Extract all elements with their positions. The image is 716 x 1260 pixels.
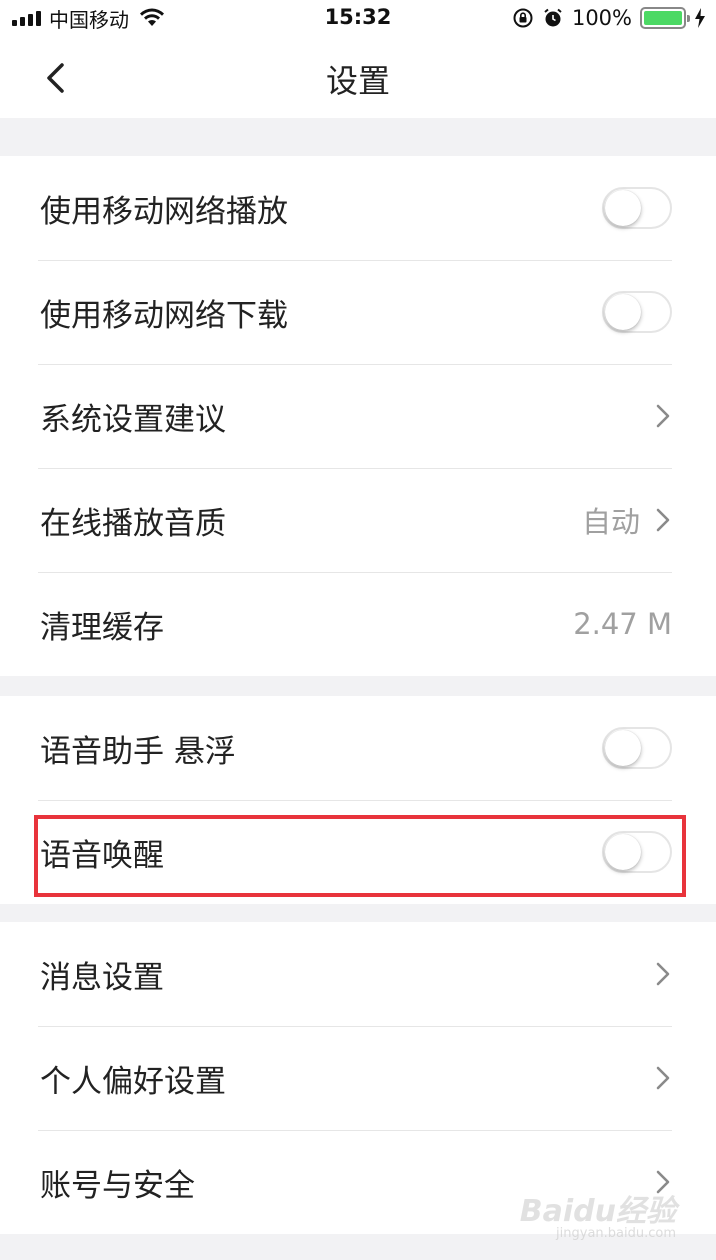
charging-icon xyxy=(695,8,705,28)
setting-row-messages[interactable]: 消息设置 xyxy=(0,922,716,1026)
setting-label: 语音助手 悬浮 xyxy=(40,733,236,770)
setting-label: 系统设置建议 xyxy=(40,401,226,438)
setting-label: 消息设置 xyxy=(40,959,164,996)
nav-bar: 设置 xyxy=(0,38,716,118)
cache-size-value: 2.47 M xyxy=(573,607,672,641)
status-bar: 中国移动 15:32 100% xyxy=(0,0,716,38)
settings-section-network: 使用移动网络播放 使用移动网络下载 系统设置建议 在线播放音质 自动 清理缓存 … xyxy=(0,156,716,676)
status-right: 100% xyxy=(512,6,706,30)
audio-quality-value: 自动 xyxy=(581,505,640,539)
battery-percent: 100% xyxy=(571,6,632,30)
chevron-right-icon xyxy=(656,508,670,532)
watermark-url: jingyan.baidu.com xyxy=(556,1226,676,1241)
highlight-box xyxy=(34,815,686,897)
setting-row-audio-quality[interactable]: 在线播放音质 自动 xyxy=(0,468,716,572)
orientation-lock-icon xyxy=(513,8,533,28)
watermark-text: Baidu经验 xyxy=(519,1194,676,1229)
mobile-download-toggle[interactable] xyxy=(602,291,672,333)
alarm-icon xyxy=(544,8,562,27)
setting-row-system-suggestion[interactable]: 系统设置建议 xyxy=(0,364,716,468)
page-title: 设置 xyxy=(325,62,390,100)
setting-label: 使用移动网络下载 xyxy=(40,297,288,334)
setting-row-mobile-download[interactable]: 使用移动网络下载 xyxy=(0,260,716,364)
chevron-right-icon xyxy=(656,1066,670,1090)
setting-row-mobile-play[interactable]: 使用移动网络播放 xyxy=(0,156,716,260)
setting-label: 在线播放音质 xyxy=(40,505,226,542)
setting-row-voice-assistant[interactable]: 语音助手 悬浮 xyxy=(0,696,716,800)
setting-label: 使用移动网络播放 xyxy=(40,193,288,230)
voice-assistant-toggle[interactable] xyxy=(602,727,672,769)
mobile-play-toggle[interactable] xyxy=(602,187,672,229)
chevron-right-icon xyxy=(656,404,670,428)
battery-icon xyxy=(640,7,690,29)
chevron-right-icon xyxy=(656,962,670,986)
setting-row-preferences[interactable]: 个人偏好设置 xyxy=(0,1026,716,1130)
setting-label: 个人偏好设置 xyxy=(40,1063,226,1100)
setting-row-clear-cache[interactable]: 清理缓存 2.47 M xyxy=(0,572,716,676)
setting-label: 清理缓存 xyxy=(40,609,164,646)
watermark: Baidu经验 xyxy=(520,1186,676,1230)
